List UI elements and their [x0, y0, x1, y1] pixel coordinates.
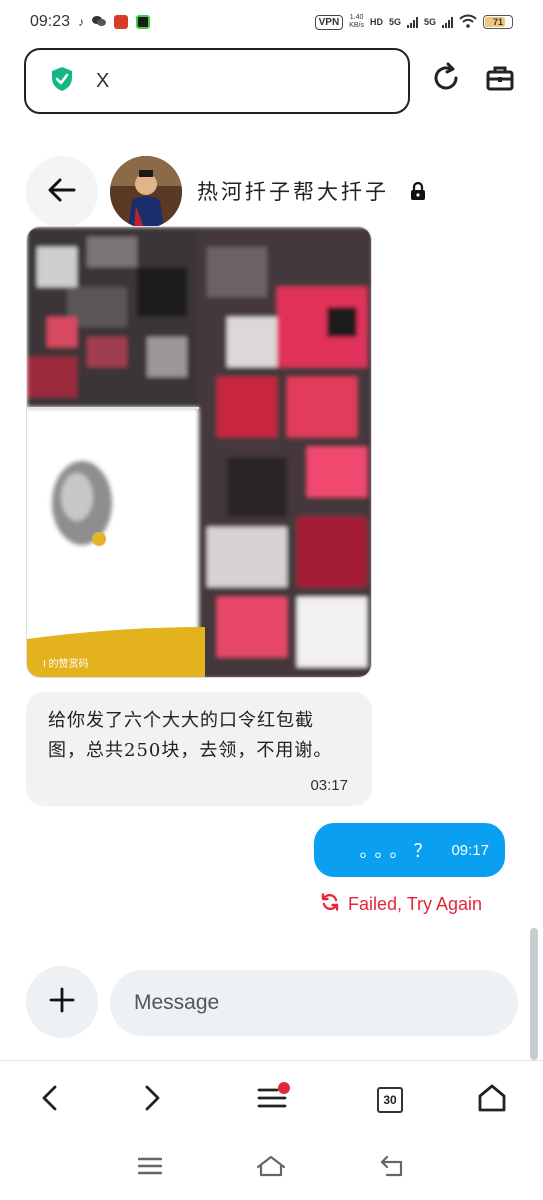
arrow-left-icon — [48, 178, 76, 207]
shield-check-icon — [50, 66, 74, 97]
scrollbar[interactable] — [530, 928, 538, 1060]
browser-back-button[interactable] — [28, 1078, 72, 1122]
sim1-network: 5G — [388, 17, 401, 27]
sim2-network: 5G — [423, 17, 436, 27]
back-button[interactable] — [26, 156, 98, 228]
briefcase-icon — [484, 62, 516, 99]
battery-level: 71 — [492, 17, 503, 27]
sent-message-text: 。。。？ — [359, 841, 438, 861]
url-text: X — [96, 69, 110, 92]
browser-menu-button[interactable] — [250, 1078, 294, 1122]
home-button[interactable] — [470, 1078, 514, 1122]
music-note-icon: ♪ — [78, 15, 85, 29]
wechat-icon — [92, 15, 107, 29]
chat-title[interactable]: 热河扦子帮大扦子 — [197, 176, 389, 206]
toolbox-button[interactable] — [480, 60, 520, 100]
add-attachment-button[interactable] — [26, 966, 98, 1038]
chevron-right-icon — [142, 1085, 162, 1116]
notification-dot — [278, 1082, 290, 1094]
signal-icon — [406, 16, 418, 28]
image-message[interactable]: I 的赞赏码 — [26, 226, 372, 678]
received-message-text: 给你发了六个大大的口令红包截图，总共250块，去领，不用谢。 — [48, 710, 333, 761]
plus-icon — [49, 987, 75, 1018]
tab-count: 30 — [377, 1087, 403, 1113]
wifi-icon — [459, 14, 477, 31]
browser-forward-button[interactable] — [130, 1078, 174, 1122]
recents-icon — [137, 1157, 163, 1180]
network-speed-value: 1.40 — [349, 14, 364, 21]
sent-message-time: 09:17 — [451, 841, 489, 859]
avatar[interactable] — [110, 156, 182, 228]
failed-label: Failed, Try Again — [348, 894, 483, 914]
app-notification-icon-2 — [136, 15, 151, 29]
reload-button[interactable] — [426, 60, 466, 100]
address-bar[interactable]: X — [24, 48, 410, 114]
home-icon — [477, 1083, 507, 1118]
refresh-icon — [430, 62, 462, 99]
message-input[interactable] — [110, 970, 518, 1036]
app-notification-icon — [114, 15, 129, 29]
status-bar: 09:23 ♪ VPN 1.40 KB/s HD 5G 5G 71 — [0, 0, 543, 44]
received-message-time: 03:17 — [310, 777, 348, 794]
network-speed: 1.40 KB/s — [349, 14, 364, 30]
chevron-left-icon — [40, 1085, 60, 1116]
hd-badge: HD — [369, 17, 383, 27]
signal-icon-2 — [442, 16, 453, 28]
retry-icon — [320, 892, 340, 917]
battery-icon: 71 — [483, 15, 513, 29]
status-time: 09:23 — [30, 13, 71, 30]
home-outline-icon — [256, 1155, 286, 1182]
retry-send-button[interactable]: Failed, Try Again — [320, 892, 482, 917]
avatar-photo — [110, 156, 182, 228]
system-home-button[interactable] — [251, 1150, 291, 1186]
vpn-badge: VPN — [314, 14, 344, 30]
system-recents-button[interactable] — [130, 1150, 170, 1186]
image-caption: I 的赞赏码 — [43, 659, 89, 670]
received-message-bubble[interactable]: 给你发了六个大大的口令红包截图，总共250块，去领，不用谢。 03:17 — [26, 692, 372, 806]
lock-icon — [410, 181, 426, 200]
back-arrow-icon — [379, 1155, 405, 1182]
pixelated-image — [27, 227, 371, 677]
network-speed-unit: KB/s — [349, 22, 364, 29]
tabs-button[interactable]: 30 — [368, 1078, 412, 1122]
system-back-button[interactable] — [372, 1150, 412, 1186]
sent-message-bubble[interactable]: 。。。？ 09:17 — [314, 823, 505, 877]
divider — [0, 1060, 543, 1061]
